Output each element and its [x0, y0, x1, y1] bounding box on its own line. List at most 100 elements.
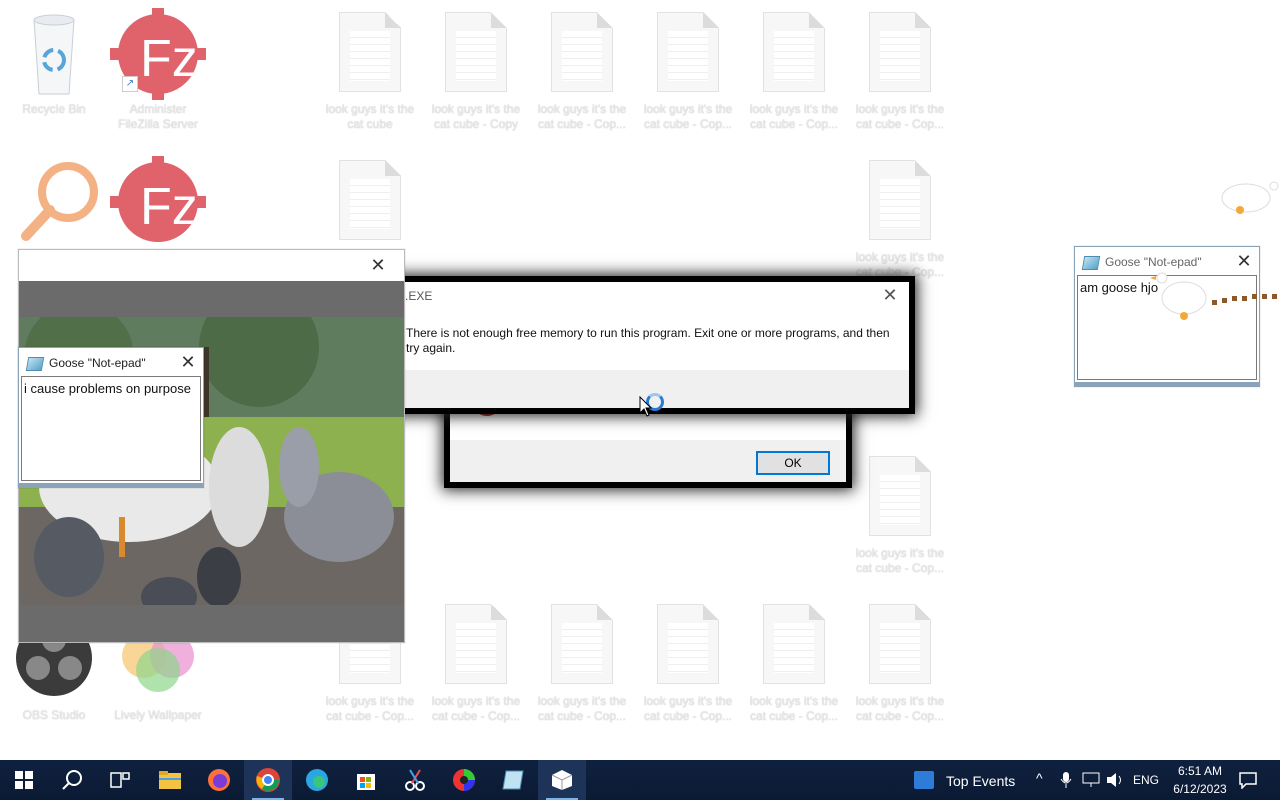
- file-icon-cat-cube[interactable]: look guys it's the cat cube - Cop...: [640, 12, 736, 132]
- document-file-icon: [763, 604, 825, 684]
- notepad-text: i cause problems on purpose: [24, 381, 191, 396]
- svg-text:Fz: Fz: [140, 178, 198, 236]
- desktop: Recycle Bin Fz ↗ Administer FileZilla Se…: [0, 0, 1280, 760]
- file-label: look guys it's the cat cube: [325, 102, 415, 131]
- clock-time[interactable]: 6:51 AM: [1170, 764, 1230, 778]
- document-file-icon: [869, 456, 931, 536]
- notepad-text-area[interactable]: i cause problems on purpose: [21, 376, 201, 481]
- file-icon-cat-cube[interactable]: look guys it's the cat cube - Cop...: [852, 160, 948, 280]
- file-icon-cat-cube[interactable]: look guys it's the cat cube: [322, 12, 418, 132]
- ok-button[interactable]: OK: [756, 451, 830, 475]
- language-indicator[interactable]: ENG: [1133, 773, 1159, 787]
- desktop-icon-filezilla-admin[interactable]: Fz ↗ Administer FileZilla Server: [110, 8, 206, 132]
- task-view-icon: [110, 772, 130, 788]
- store-icon: [357, 774, 375, 790]
- microphone-icon[interactable]: [1060, 771, 1072, 789]
- notification-icon[interactable]: [1239, 771, 1257, 789]
- volume-icon[interactable]: [1106, 772, 1124, 788]
- chrome-icon: [256, 768, 280, 792]
- close-button[interactable]: ✕: [356, 250, 400, 280]
- desktop-goose-icon: [1221, 181, 1279, 214]
- titlebar: ✕: [19, 250, 404, 281]
- close-button[interactable]: ✕: [875, 282, 905, 308]
- file-icon-cat-cube[interactable]: look guys it's the cat cube - Cop...: [640, 604, 736, 724]
- desktop-icon-label: Lively Wallpaper: [114, 708, 202, 722]
- dialog-title: .EXE: [405, 289, 433, 303]
- taskbar-color-app[interactable]: [440, 760, 488, 800]
- file-explorer-icon: [159, 771, 181, 789]
- taskbar-store[interactable]: [342, 760, 390, 800]
- goose-notepad-window-left: Goose "Not-epad" ✕ i cause problems on p…: [18, 347, 204, 488]
- document-file-icon: [445, 604, 507, 684]
- search-button[interactable]: [48, 760, 96, 800]
- desktop-goose-icon: [1150, 272, 1277, 320]
- news-widget-icon[interactable]: [914, 771, 934, 789]
- file-label: look guys it's the cat cube - Copy: [431, 102, 521, 131]
- color-icon: [453, 769, 475, 791]
- file-icon-cat-cube[interactable]: look guys it's the cat cube - Cop...: [534, 604, 630, 724]
- desktop-icon-label: Recycle Bin: [22, 102, 86, 116]
- filezilla-icon: Fz ↗: [110, 8, 206, 100]
- task-view-button[interactable]: [96, 760, 144, 800]
- file-label: look guys it's the cat cube - Cop...: [643, 102, 733, 131]
- file-icon-cat-cube[interactable]: look guys it's the cat cube - Cop...: [428, 604, 524, 724]
- file-icon-cat-cube[interactable]: look guys it's the cat cube - Cop...: [852, 456, 948, 576]
- file-label: look guys it's the cat cube - Cop...: [431, 694, 521, 723]
- desktop-icon-recycle-bin[interactable]: Recycle Bin: [6, 8, 102, 117]
- notepad-icon: [25, 357, 45, 371]
- desktop-icon-filezilla[interactable]: Fz: [110, 152, 206, 242]
- document-file-icon: [551, 12, 613, 92]
- file-icon-cat-cube[interactable]: [322, 160, 418, 240]
- search-magnifier-icon: [21, 158, 98, 241]
- file-label: look guys it's the cat cube - Cop...: [855, 250, 945, 279]
- document-file-icon: [445, 12, 507, 92]
- document-file-icon: [657, 604, 719, 684]
- widget-label[interactable]: Top Events: [946, 773, 1015, 789]
- taskbar-chrome[interactable]: [244, 760, 292, 800]
- recycle-bin-icon: [22, 8, 86, 95]
- file-label: look guys it's the cat cube - Cop...: [749, 694, 839, 723]
- file-icon-cat-cube[interactable]: look guys it's the cat cube - Cop...: [852, 604, 948, 724]
- file-icon-cat-cube[interactable]: look guys it's the cat cube - Copy: [428, 12, 524, 132]
- edge-icon: [306, 769, 328, 791]
- shortcut-arrow-icon: ↗: [122, 76, 138, 92]
- taskbar-edge[interactable]: [293, 760, 341, 800]
- search-icon: [62, 770, 82, 790]
- clock-date[interactable]: 6/12/2023: [1164, 782, 1236, 796]
- file-label: look guys it's the cat cube - Cop...: [855, 102, 945, 131]
- document-file-icon: [339, 12, 401, 92]
- filezilla-icon: Fz: [110, 152, 206, 242]
- svg-text:Fz: Fz: [140, 30, 198, 88]
- start-button[interactable]: [0, 760, 48, 800]
- file-label: look guys it's the cat cube - Cop...: [855, 694, 945, 723]
- file-label: look guys it's the cat cube - Cop...: [325, 694, 415, 723]
- document-file-icon: [869, 160, 931, 240]
- box-icon: [551, 770, 573, 790]
- taskbar-firefox[interactable]: [195, 760, 243, 800]
- window-bottom-border: [1075, 382, 1259, 386]
- chevron-up-icon[interactable]: ^: [1036, 770, 1043, 786]
- taskbar-snipping-tool[interactable]: [391, 760, 439, 800]
- taskbar-notepad[interactable]: [489, 760, 537, 800]
- error-dialog-front: .EXE ✕ There is not enough free memory t…: [395, 282, 909, 417]
- windows-start-icon: [15, 771, 33, 789]
- file-icon-cat-cube[interactable]: look guys it's the cat cube - Cop...: [746, 604, 842, 724]
- mouse-cursor-icon: [639, 396, 653, 417]
- file-icon-cat-cube[interactable]: look guys it's the cat cube - Cop...: [746, 12, 842, 132]
- titlebar: Goose "Not-epad" ✕: [19, 348, 203, 376]
- file-icon-cat-cube[interactable]: look guys it's the cat cube - Cop...: [534, 12, 630, 132]
- taskbar-file-explorer[interactable]: [146, 760, 194, 800]
- snipping-icon: [405, 769, 425, 791]
- desktop-icon-search-tool[interactable]: [6, 158, 102, 241]
- file-label: look guys it's the cat cube - Cop...: [749, 102, 839, 131]
- document-file-icon: [339, 160, 401, 240]
- file-label: look guys it's the cat cube - Cop...: [855, 546, 945, 575]
- file-icon-cat-cube[interactable]: look guys it's the cat cube - Cop...: [852, 12, 948, 132]
- notepad-icon: [1081, 256, 1101, 270]
- taskbar-box-app[interactable]: [538, 760, 586, 800]
- close-button[interactable]: ✕: [173, 348, 203, 376]
- dialog-message: There is not enough free memory to run t…: [406, 326, 890, 355]
- network-icon[interactable]: [1082, 772, 1100, 788]
- document-file-icon: [869, 604, 931, 684]
- notepad-icon: [502, 770, 524, 790]
